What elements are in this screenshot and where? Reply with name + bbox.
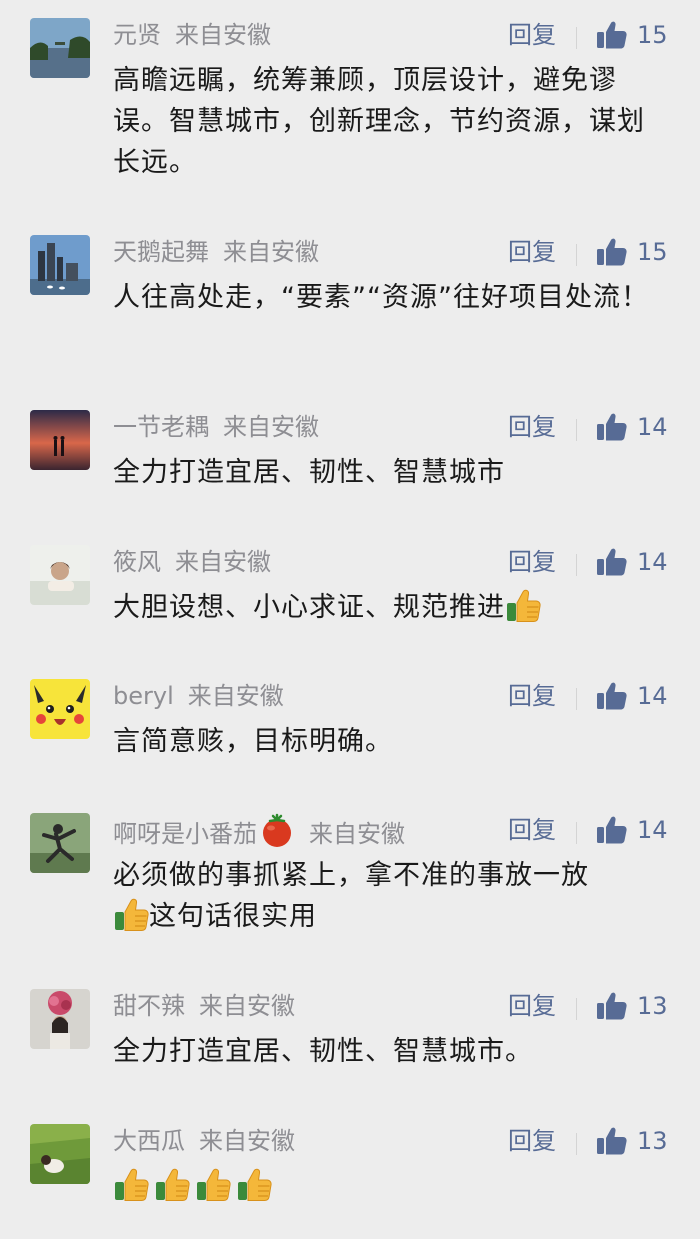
avatar[interactable] [30,410,90,470]
thumbs-up-icon [597,682,627,710]
divider [576,419,577,441]
avatar[interactable] [30,989,90,1049]
like-button[interactable]: 13 [597,1124,677,1158]
reply-button[interactable]: 回复 [508,235,556,269]
like-count: 14 [637,548,668,576]
comment-text [113,1166,668,1207]
like-button[interactable]: 14 [597,813,677,847]
reply-button[interactable]: 回复 [508,410,556,444]
thumbs-up-icon [597,548,627,576]
divider [576,554,577,576]
comment-text-line1: 必须做的事抓紧上，拿不准的事放一放 [113,860,589,891]
divider [576,822,577,844]
thumbs-up-icon [597,816,627,844]
like-count: 13 [637,992,668,1020]
divider [576,998,577,1020]
avatar[interactable] [30,813,90,873]
comment-text: 人往高处走，“要素”“资源”往好项目处流！ [113,282,649,313]
thumbs-up-emoji [113,896,149,932]
comment-text-line2: 这句话很实用 [149,901,317,932]
thumbs-up-emoji [195,1166,231,1202]
like-button[interactable]: 14 [597,410,677,444]
like-button[interactable]: 15 [597,18,677,52]
nickname-line: 啊呀是小番茄 来自安徽 [113,813,405,847]
divider [576,688,577,710]
like-count: 14 [637,682,668,710]
divider [576,27,577,49]
like-button[interactable]: 14 [597,545,677,579]
nickname[interactable]: 甜不辣 [113,992,185,1020]
nickname[interactable]: 天鹅起舞 [113,238,209,266]
nickname[interactable]: 啊呀是小番茄 [113,820,257,848]
nickname-line: 元贤 来自安徽 [113,18,271,52]
like-button[interactable]: 15 [597,235,677,269]
divider [576,244,577,266]
like-button[interactable]: 13 [597,989,677,1023]
like-count: 14 [637,816,668,844]
avatar[interactable] [30,1124,90,1184]
location-label: 来自安徽 [175,548,271,576]
reply-button[interactable]: 回复 [508,1124,556,1158]
like-count: 15 [637,238,668,266]
thumbs-up-emoji [505,587,541,623]
location-label: 来自安徽 [223,413,319,441]
like-count: 14 [637,413,668,441]
comment-text: 言简意赅，目标明确。 [113,726,393,757]
avatar[interactable] [30,679,90,739]
thumbs-up-icon [597,1127,627,1155]
nickname-line: 大西瓜 来自安徽 [113,1124,295,1158]
location-label: 来自安徽 [223,238,319,266]
location-label: 来自安徽 [309,820,405,848]
like-button[interactable]: 14 [597,679,677,713]
thumbs-up-icon [597,21,627,49]
reply-button[interactable]: 回复 [508,679,556,713]
avatar[interactable] [30,235,90,295]
thumbs-up-emoji [154,1166,190,1202]
comment-text: 大胆设想、小心求证、规范推进 [113,587,668,628]
tomato-emoji [259,813,295,849]
comment-text: 必须做的事抓紧上，拿不准的事放一放这句话很实用 [113,855,668,937]
comment-text: 全力打造宜居、韧性、智慧城市 [113,457,505,488]
reply-button[interactable]: 回复 [508,813,556,847]
reply-button[interactable]: 回复 [508,989,556,1023]
nickname[interactable]: 大西瓜 [113,1127,185,1155]
nickname[interactable]: beryl [113,682,174,710]
location-label: 来自安徽 [187,682,284,710]
comment-text: 全力打造宜居、韧性、智慧城市。 [113,1036,533,1067]
reply-button[interactable]: 回复 [508,18,556,52]
nickname[interactable]: 筱风 [113,548,161,576]
location-label: 来自安徽 [199,992,295,1020]
reply-button[interactable]: 回复 [508,545,556,579]
thumbs-up-emoji [113,1166,149,1202]
thumbs-up-emoji [236,1166,272,1202]
like-count: 13 [637,1127,668,1155]
nickname[interactable]: 元贤 [113,21,161,49]
thumbs-up-icon [597,413,627,441]
thumbs-up-icon [597,238,627,266]
location-label: 来自安徽 [175,21,271,49]
avatar[interactable] [30,18,90,78]
avatar[interactable] [30,545,90,605]
nickname-line: beryl 来自安徽 [113,679,284,713]
nickname-line: 一节老耦 来自安徽 [113,410,319,444]
nickname-line: 天鹅起舞 来自安徽 [113,235,319,269]
comment-text: 高瞻远瞩，统筹兼顾，顶层设计，避免谬误。智慧城市，创新理念，节约资源，谋划长远。 [113,65,645,178]
nickname-line: 筱风 来自安徽 [113,545,271,579]
like-count: 15 [637,21,668,49]
nickname[interactable]: 一节老耦 [113,413,209,441]
divider [576,1133,577,1155]
location-label: 来自安徽 [199,1127,295,1155]
thumbs-up-icon [597,992,627,1020]
comment-text-body: 大胆设想、小心求证、规范推进 [113,592,505,623]
nickname-line: 甜不辣 来自安徽 [113,989,295,1023]
